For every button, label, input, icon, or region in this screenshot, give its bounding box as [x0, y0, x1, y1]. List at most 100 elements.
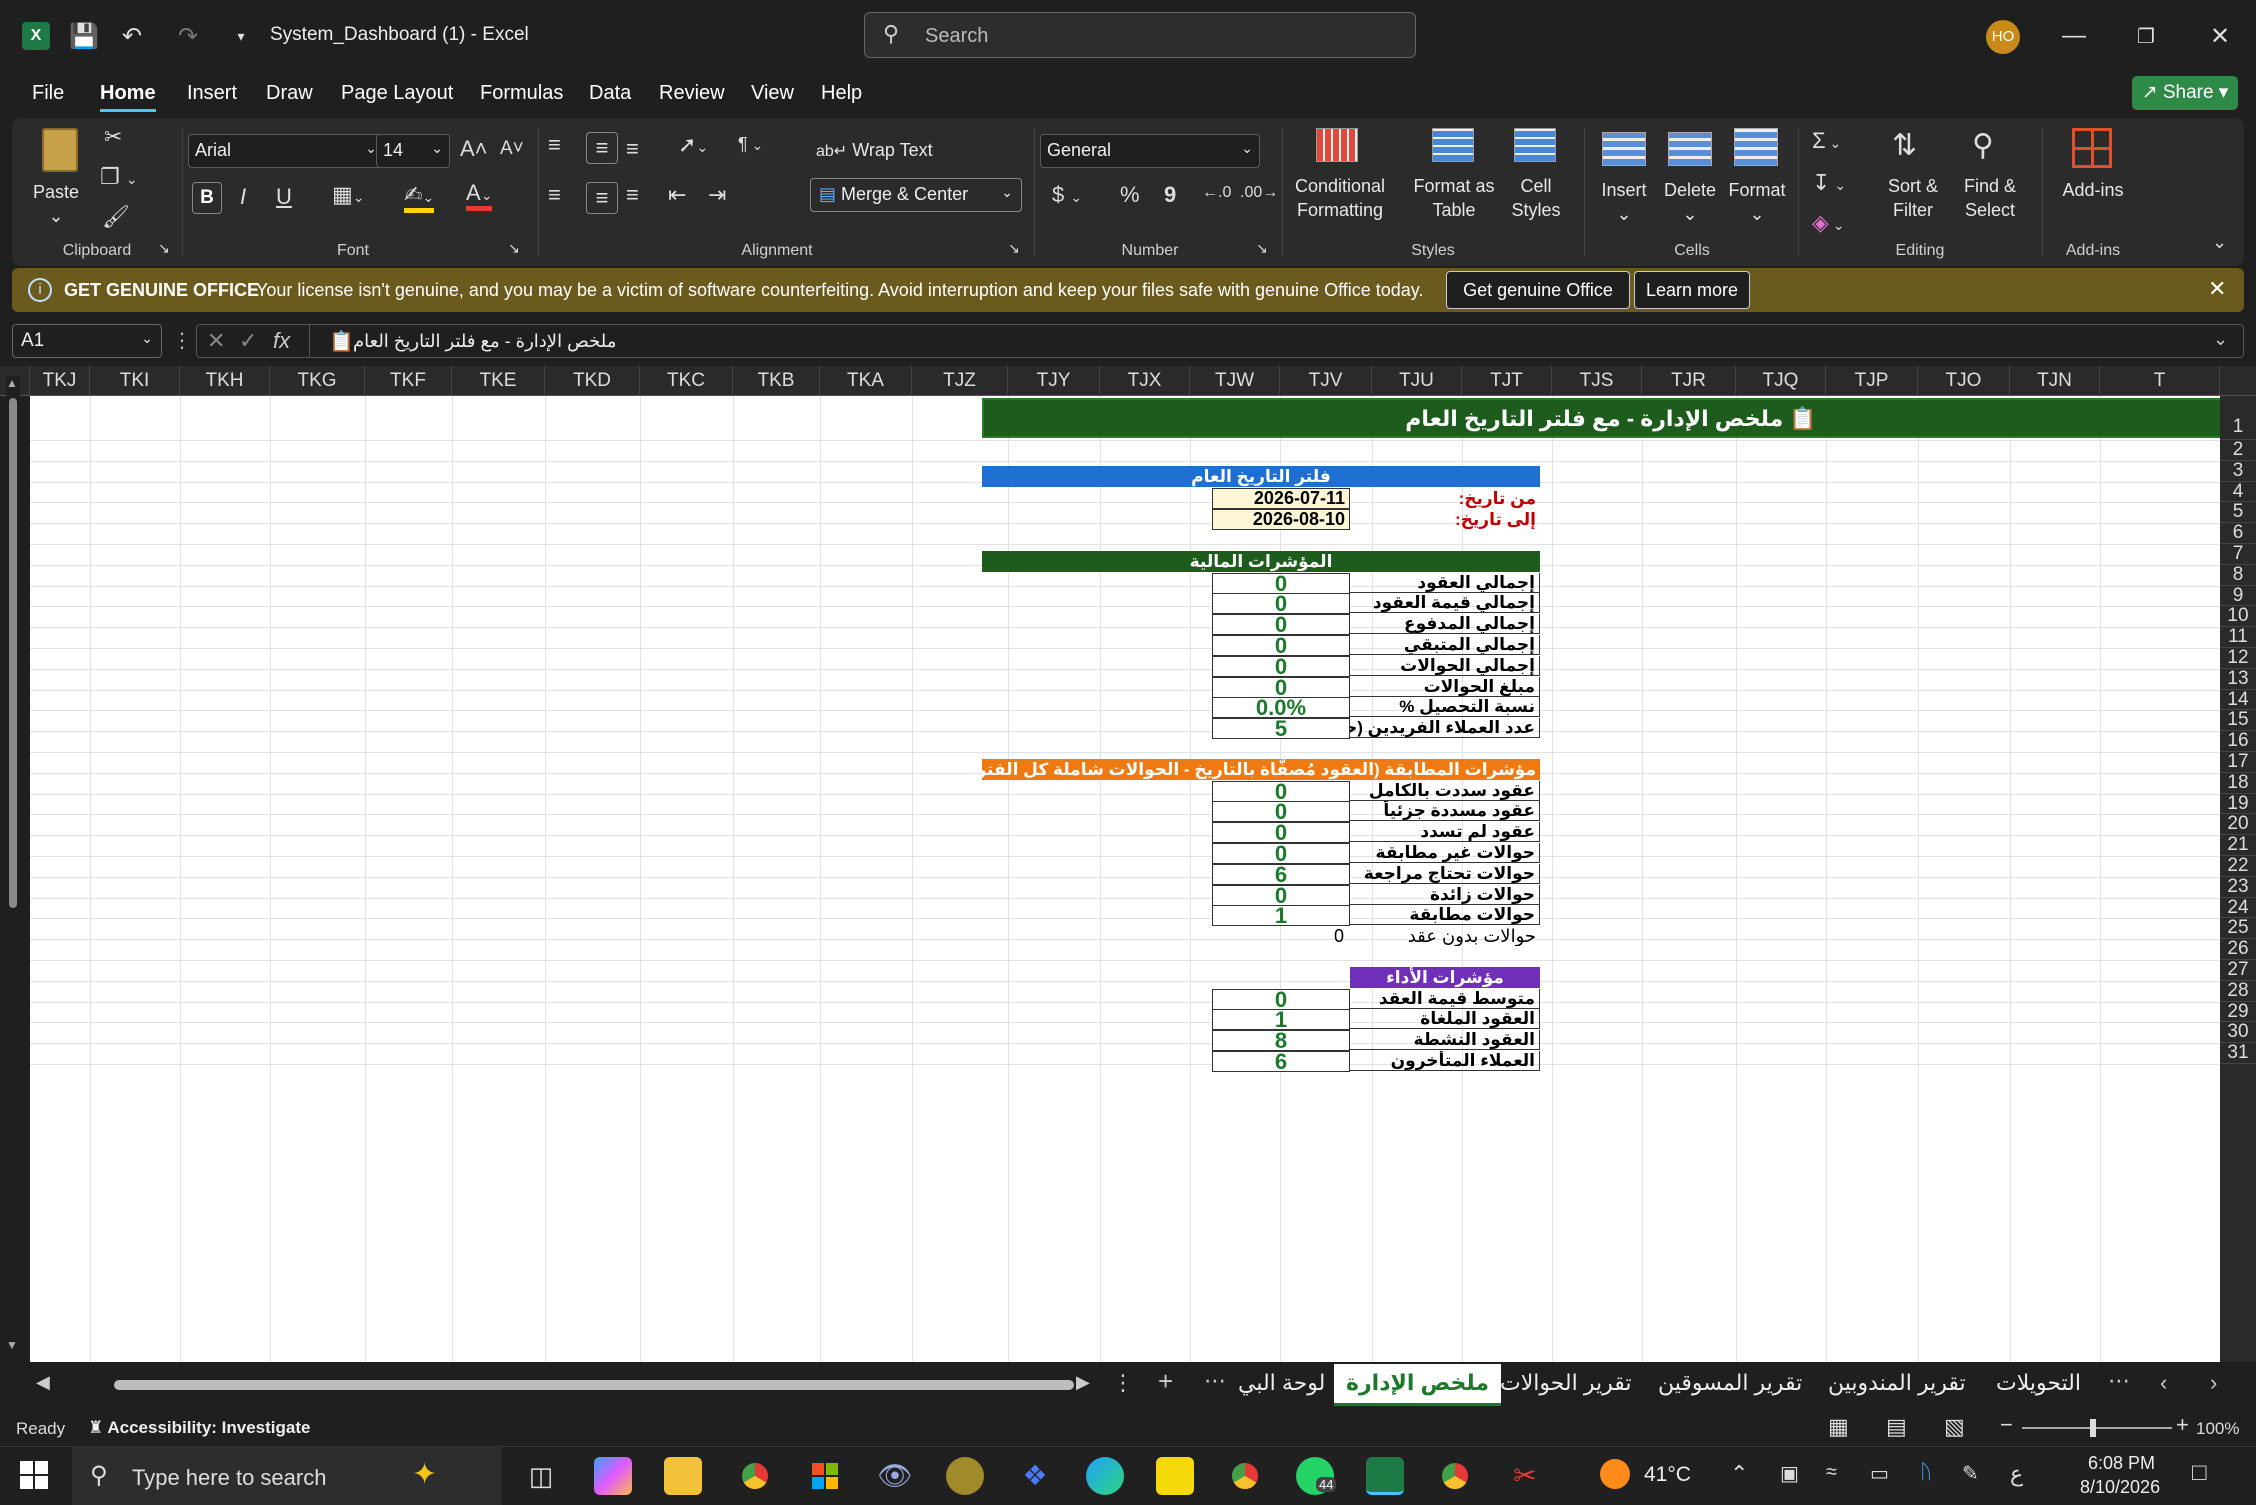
font-color-icon[interactable]: A⌄: [466, 180, 493, 211]
column-header-cell[interactable]: TKD: [545, 366, 640, 396]
column-header-cell[interactable]: T: [2100, 366, 2220, 396]
comma-icon[interactable]: 9: [1164, 182, 1176, 208]
metric-value[interactable]: 0: [1212, 822, 1350, 844]
row-header-cell[interactable]: 5: [2220, 502, 2256, 524]
metric-label[interactable]: حوالات غير مطابقة: [1350, 842, 1540, 863]
metric-value[interactable]: 8: [1212, 1030, 1350, 1052]
redo-icon[interactable]: ↷: [168, 20, 208, 52]
column-header-cell[interactable]: TJV: [1280, 366, 1372, 396]
more-sheets-left-icon[interactable]: ⋯: [1204, 1368, 1226, 1394]
column-header-cell[interactable]: TJZ: [912, 366, 1008, 396]
weather-icon[interactable]: [1600, 1459, 1630, 1489]
underline-button[interactable]: U: [276, 184, 292, 210]
vertical-scroll-up-icon[interactable]: ▲: [6, 376, 18, 390]
next-sheet-icon[interactable]: ›: [2210, 1370, 2217, 1396]
column-header-cell[interactable]: TJU: [1372, 366, 1462, 396]
format-cells-button[interactable]: Format ⌄: [1724, 178, 1790, 226]
menu-insert[interactable]: Insert: [187, 82, 237, 105]
column-header-cell[interactable]: TKH: [180, 366, 270, 396]
page-layout-view-icon[interactable]: ▤: [1886, 1414, 1907, 1440]
row-header-cell[interactable]: 14: [2220, 689, 2256, 711]
column-header-cell[interactable]: TJT: [1462, 366, 1552, 396]
performance-indicators-header[interactable]: مؤشرات الأداء: [1350, 967, 1540, 988]
matching-indicators-header[interactable]: مؤشرات المطابقة (العقود مُصفّاة بالتاريخ…: [982, 759, 1540, 780]
formula-options-icon[interactable]: ⋮: [172, 328, 192, 353]
pen-icon[interactable]: ✎: [1962, 1461, 1979, 1486]
tray-device-icon[interactable]: ▣: [1780, 1461, 1799, 1486]
decrease-font-icon[interactable]: A˅: [500, 138, 524, 160]
metric-label[interactable]: العقود النشطة: [1350, 1030, 1540, 1051]
align-right-icon[interactable]: ≡: [626, 182, 639, 208]
column-header-cell[interactable]: TJQ: [1736, 366, 1826, 396]
column-header-cell[interactable]: TJW: [1190, 366, 1280, 396]
bottom-align-icon[interactable]: ≡: [626, 136, 639, 162]
chrome-icon[interactable]: [736, 1457, 774, 1495]
fill-color-icon[interactable]: ✍⌄: [404, 182, 435, 213]
sheet-tab-management-summary[interactable]: ملخص الإدارة: [1334, 1364, 1501, 1406]
increase-indent-icon[interactable]: ⇥: [708, 182, 726, 208]
merge-center-button[interactable]: ▤ Merge & Center ⌄: [810, 178, 1022, 212]
tab-options-icon[interactable]: ⋮: [1112, 1370, 1134, 1396]
row-header-cell[interactable]: 21: [2220, 834, 2256, 856]
expand-formula-icon[interactable]: ⌄: [2213, 329, 2228, 350]
row-header-cell[interactable]: 29: [2220, 1001, 2256, 1023]
column-header-cell[interactable]: TKE: [452, 366, 545, 396]
row-header-cell[interactable]: 4: [2220, 481, 2256, 503]
copy-icon[interactable]: ❐ ⌄: [100, 164, 138, 190]
row-header-cell[interactable]: 7: [2220, 543, 2256, 565]
clipboard-launcher-icon[interactable]: ↘: [158, 240, 170, 257]
search-box[interactable]: ⚲ Search: [864, 12, 1416, 58]
close-icon[interactable]: ✕: [2200, 18, 2240, 54]
column-header-cell[interactable]: TKF: [365, 366, 452, 396]
notifications-icon[interactable]: □: [2192, 1459, 2207, 1487]
column-header-cell[interactable]: TKA: [820, 366, 912, 396]
column-header-cell[interactable]: TKI: [90, 366, 180, 396]
metric-label[interactable]: مبلغ الحوالات: [1350, 676, 1540, 697]
insert-cells-button[interactable]: Insert ⌄: [1592, 178, 1656, 226]
normal-view-icon[interactable]: ▦: [1828, 1414, 1849, 1440]
vertical-scroll-down-icon[interactable]: ▼: [6, 1338, 18, 1352]
row-header-cell[interactable]: 28: [2220, 980, 2256, 1002]
sort-filter-icon[interactable]: ⇅: [1892, 128, 1917, 163]
column-header-cell[interactable]: TJX: [1100, 366, 1190, 396]
menu-formulas[interactable]: Formulas: [480, 82, 563, 105]
financial-indicators-header[interactable]: المؤشرات المالية: [982, 551, 1540, 572]
date-filter-header[interactable]: فلتر التاريخ العام: [982, 466, 1540, 487]
row-header-cell[interactable]: 25: [2220, 918, 2256, 940]
column-header-cell[interactable]: TJS: [1552, 366, 1642, 396]
from-date-label[interactable]: من تاريخ:: [1350, 489, 1540, 509]
sheet-title-banner[interactable]: 📋 ملخص الإدارة - مع فلتر التاريخ العام: [982, 398, 2220, 438]
alignment-launcher-icon[interactable]: ↘: [1008, 240, 1020, 257]
metric-value[interactable]: 0: [1212, 634, 1350, 656]
vertical-scroll-thumb[interactable]: [9, 398, 17, 908]
font-name-dropdown[interactable]: Arial ⌄: [188, 134, 384, 168]
edge-icon[interactable]: [1086, 1457, 1124, 1495]
chrome-taskbar-icon-2[interactable]: [1436, 1457, 1474, 1495]
add-sheet-icon[interactable]: +: [1158, 1366, 1173, 1397]
menu-review[interactable]: Review: [659, 82, 725, 105]
delete-cells-icon[interactable]: [1668, 132, 1712, 166]
menu-page-layout[interactable]: Page Layout: [341, 82, 453, 105]
row-header-cell[interactable]: 19: [2220, 793, 2256, 815]
increase-decimal-icon[interactable]: ←.0: [1202, 184, 1231, 202]
scroll-right-icon[interactable]: ▶: [1076, 1372, 1090, 1393]
align-left-icon[interactable]: ≡: [548, 182, 561, 208]
excel-taskbar-icon[interactable]: [1366, 1457, 1404, 1495]
insert-function-icon[interactable]: fx: [273, 328, 290, 354]
copilot-icon[interactable]: [594, 1457, 632, 1495]
zoom-slider[interactable]: [2022, 1419, 2172, 1437]
metric-label[interactable]: إجمالي الحوالات: [1350, 655, 1540, 676]
column-header-cell[interactable]: TKG: [270, 366, 365, 396]
menu-data[interactable]: Data: [589, 82, 631, 105]
row-header-cell[interactable]: 23: [2220, 876, 2256, 898]
metric-label[interactable]: عقود لم تسدد: [1350, 822, 1540, 843]
number-format-dropdown[interactable]: General ⌄: [1040, 134, 1260, 168]
spreadsheet-grid[interactable]: 📋 ملخص الإدارة - مع فلتر التاريخ العام ف…: [30, 396, 2220, 1362]
cut-icon[interactable]: ✂: [104, 124, 122, 150]
page-break-view-icon[interactable]: ▧: [1944, 1414, 1965, 1440]
store-icon[interactable]: [806, 1457, 844, 1495]
metric-value[interactable]: 1: [1212, 905, 1350, 927]
autosum-icon[interactable]: Σ ⌄: [1812, 128, 1841, 154]
minimize-icon[interactable]: —: [2054, 18, 2094, 54]
middle-align-icon[interactable]: ≡: [586, 132, 618, 164]
